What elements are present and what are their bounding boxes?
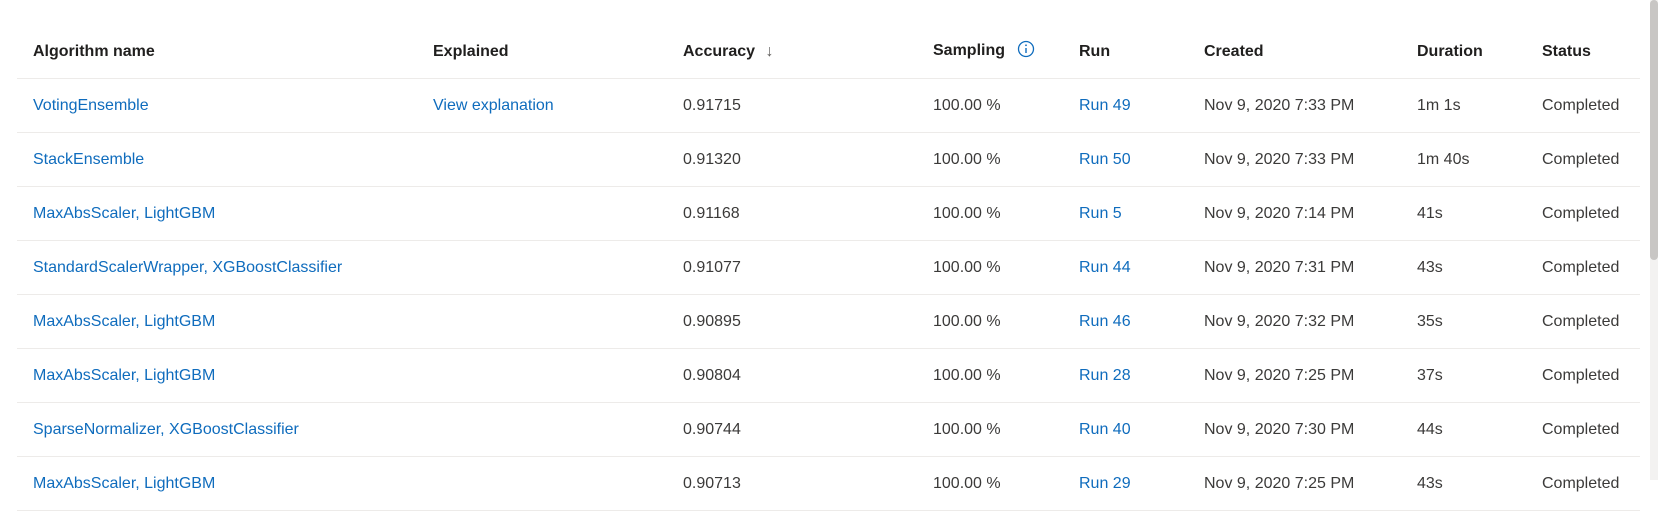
- column-header-sampling[interactable]: Sampling: [917, 40, 1063, 63]
- column-header-label: Explained: [433, 42, 509, 60]
- sampling-value: 100.00 %: [933, 366, 1001, 384]
- status-value: Completed: [1542, 420, 1620, 438]
- info-icon[interactable]: [1017, 40, 1035, 63]
- accuracy-value: 0.91715: [683, 96, 741, 114]
- table-row[interactable]: SparseNormalizer, XGBoostClassifier 0.90…: [17, 403, 1640, 457]
- created-value: Nov 9, 2020 7:31 PM: [1204, 258, 1355, 276]
- accuracy-value: 0.90804: [683, 366, 741, 384]
- created-value: Nov 9, 2020 7:25 PM: [1204, 474, 1355, 492]
- algorithm-link[interactable]: StackEnsemble: [33, 151, 144, 168]
- sampling-value: 100.00 %: [933, 258, 1001, 276]
- run-link[interactable]: Run 49: [1079, 97, 1131, 114]
- accuracy-value: 0.90744: [683, 420, 741, 438]
- scrollbar-thumb[interactable]: [1650, 0, 1658, 260]
- arrow-down-icon: ↓: [765, 42, 774, 60]
- status-value: Completed: [1542, 258, 1620, 276]
- accuracy-value: 0.90713: [683, 474, 741, 492]
- column-header-status[interactable]: Status: [1526, 43, 1640, 61]
- sampling-value: 100.00 %: [933, 150, 1001, 168]
- duration-value: 35s: [1417, 312, 1443, 330]
- column-header-label: Status: [1542, 42, 1591, 60]
- run-link[interactable]: Run 44: [1079, 259, 1131, 276]
- sampling-value: 100.00 %: [933, 312, 1001, 330]
- column-header-label: Sampling: [933, 42, 1006, 59]
- algorithm-link[interactable]: MaxAbsScaler, LightGBM: [33, 367, 215, 384]
- algorithm-link[interactable]: MaxAbsScaler, LightGBM: [33, 205, 215, 222]
- sampling-value: 100.00 %: [933, 420, 1001, 438]
- status-value: Completed: [1542, 150, 1620, 168]
- status-value: Completed: [1542, 96, 1620, 114]
- sampling-value: 100.00 %: [933, 96, 1001, 114]
- algorithm-link[interactable]: SparseNormalizer, XGBoostClassifier: [33, 421, 299, 438]
- duration-value: 43s: [1417, 258, 1443, 276]
- algorithm-link[interactable]: MaxAbsScaler, LightGBM: [33, 313, 215, 330]
- column-header-label: Accuracy: [683, 42, 756, 60]
- duration-value: 41s: [1417, 204, 1443, 222]
- column-header-label: Created: [1204, 42, 1264, 60]
- created-value: Nov 9, 2020 7:14 PM: [1204, 204, 1355, 222]
- table-row[interactable]: MaxAbsScaler, LightGBM 0.90895 100.00 % …: [17, 295, 1640, 349]
- status-value: Completed: [1542, 474, 1620, 492]
- duration-value: 37s: [1417, 366, 1443, 384]
- created-value: Nov 9, 2020 7:33 PM: [1204, 96, 1355, 114]
- created-value: Nov 9, 2020 7:25 PM: [1204, 366, 1355, 384]
- duration-value: 43s: [1417, 474, 1443, 492]
- algorithm-link[interactable]: VotingEnsemble: [33, 97, 149, 114]
- models-table: Algorithm name Explained Accuracy ↓ Samp…: [17, 25, 1640, 511]
- created-value: Nov 9, 2020 7:33 PM: [1204, 150, 1355, 168]
- run-link[interactable]: Run 5: [1079, 205, 1122, 222]
- created-value: Nov 9, 2020 7:32 PM: [1204, 312, 1355, 330]
- table-row[interactable]: VotingEnsemble View explanation 0.91715 …: [17, 79, 1640, 133]
- run-link[interactable]: Run 29: [1079, 475, 1131, 492]
- accuracy-value: 0.90895: [683, 312, 741, 330]
- table-row[interactable]: MaxAbsScaler, LightGBM 0.91168 100.00 % …: [17, 187, 1640, 241]
- column-header-accuracy[interactable]: Accuracy ↓: [667, 43, 917, 61]
- table-row[interactable]: MaxAbsScaler, LightGBM 0.90804 100.00 % …: [17, 349, 1640, 403]
- sampling-value: 100.00 %: [933, 204, 1001, 222]
- column-header-duration[interactable]: Duration: [1401, 43, 1526, 61]
- column-header-label: Duration: [1417, 42, 1483, 60]
- table-row[interactable]: StandardScalerWrapper, XGBoostClassifier…: [17, 241, 1640, 295]
- column-header-run[interactable]: Run: [1063, 43, 1188, 61]
- view-explanation-link[interactable]: View explanation: [433, 97, 554, 114]
- accuracy-value: 0.91320: [683, 150, 741, 168]
- status-value: Completed: [1542, 366, 1620, 384]
- column-header-explained[interactable]: Explained: [417, 43, 667, 61]
- duration-value: 1m 1s: [1417, 96, 1461, 114]
- run-link[interactable]: Run 28: [1079, 367, 1131, 384]
- accuracy-value: 0.91077: [683, 258, 741, 276]
- status-value: Completed: [1542, 312, 1620, 330]
- column-header-label: Algorithm name: [33, 42, 155, 60]
- algorithm-link[interactable]: MaxAbsScaler, LightGBM: [33, 475, 215, 492]
- column-header-created[interactable]: Created: [1188, 43, 1401, 61]
- sampling-value: 100.00 %: [933, 474, 1001, 492]
- vertical-scrollbar[interactable]: [1650, 0, 1658, 480]
- created-value: Nov 9, 2020 7:30 PM: [1204, 420, 1355, 438]
- table-row[interactable]: MaxAbsScaler, LightGBM 0.90713 100.00 % …: [17, 457, 1640, 511]
- algorithm-link[interactable]: StandardScalerWrapper, XGBoostClassifier: [33, 259, 342, 276]
- run-link[interactable]: Run 46: [1079, 313, 1131, 330]
- column-header-algorithm[interactable]: Algorithm name: [17, 43, 417, 61]
- run-link[interactable]: Run 40: [1079, 421, 1131, 438]
- table-row[interactable]: StackEnsemble 0.91320 100.00 % Run 50 No…: [17, 133, 1640, 187]
- status-value: Completed: [1542, 204, 1620, 222]
- duration-value: 44s: [1417, 420, 1443, 438]
- table-header-row: Algorithm name Explained Accuracy ↓ Samp…: [17, 25, 1640, 79]
- duration-value: 1m 40s: [1417, 150, 1470, 168]
- run-link[interactable]: Run 50: [1079, 151, 1131, 168]
- accuracy-value: 0.91168: [683, 204, 740, 222]
- column-header-label: Run: [1079, 42, 1111, 60]
